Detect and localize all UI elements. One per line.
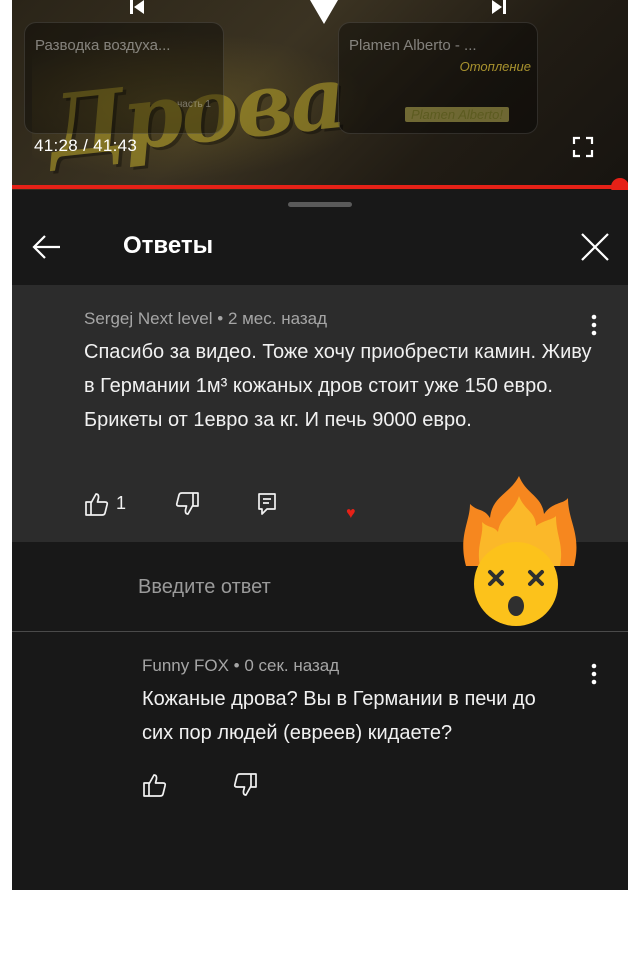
reply-input[interactable] — [138, 572, 498, 602]
replies-header: Ответы — [12, 210, 628, 284]
video-progress-bar[interactable] — [12, 185, 620, 189]
exploding-head-emoji — [463, 476, 577, 626]
video-scrubber[interactable] — [611, 178, 628, 190]
suggested-video-title: Разводка воздуха... — [35, 37, 171, 54]
comment-author[interactable]: Sergej Next level — [84, 309, 213, 328]
comment-meta: Sergej Next level • 2 мес. назад — [84, 309, 328, 328]
close-icon[interactable] — [578, 230, 612, 264]
thumbs-down-icon[interactable] — [174, 491, 200, 517]
suggested-video-subtitle: часть 1 — [177, 99, 211, 110]
reply-comment: Funny FOX • 0 сек. назад Кожаные дрова? … — [12, 632, 628, 890]
video-player[interactable]: Дрова Разводка воздуха... часть 1 Plamen… — [12, 0, 628, 190]
phone-screen: Дрова Разводка воздуха... часть 1 Plamen… — [12, 0, 628, 890]
comment-text: Спасибо за видео. Тоже хочу приобрести к… — [84, 341, 592, 431]
video-time: 41:28 / 41:43 — [34, 136, 138, 155]
suggested-video-subtitle: Отопление — [459, 59, 531, 74]
next-icon[interactable] — [492, 0, 506, 18]
comment-text: Кожаные дрова? Вы в Германии в печи до с… — [142, 688, 536, 744]
comment-meta: Funny FOX • 0 сек. назад — [142, 656, 340, 675]
like-count: 1 — [116, 493, 127, 513]
fullscreen-icon[interactable] — [572, 136, 594, 158]
suggested-video-title: Plamen Alberto - ... — [349, 37, 477, 54]
thumbs-up-icon[interactable] — [142, 772, 168, 798]
suggested-video-1[interactable]: Разводка воздуха... часть 1 — [24, 22, 224, 134]
thumbs-down-icon[interactable] — [232, 772, 258, 798]
more-vert-icon[interactable] — [584, 660, 604, 690]
comment-author[interactable]: Funny FOX — [142, 656, 229, 675]
previous-icon[interactable] — [130, 0, 144, 18]
suggested-video-caption: Plamen Alberto! — [404, 107, 509, 122]
drag-handle[interactable] — [288, 202, 352, 207]
page-title: Ответы — [123, 232, 214, 259]
reply-icon[interactable] — [254, 491, 280, 517]
thumbs-up-icon[interactable] — [84, 491, 110, 517]
play-icon[interactable] — [302, 0, 346, 26]
arrow-left-icon[interactable] — [30, 230, 64, 264]
heart-icon: ♥ — [346, 505, 356, 522]
comment-time: 0 сек. назад — [244, 656, 340, 675]
comment-time: 2 мес. назад — [227, 309, 328, 328]
suggested-video-2[interactable]: Plamen Alberto - ... Отопление Plamen Al… — [338, 22, 538, 134]
